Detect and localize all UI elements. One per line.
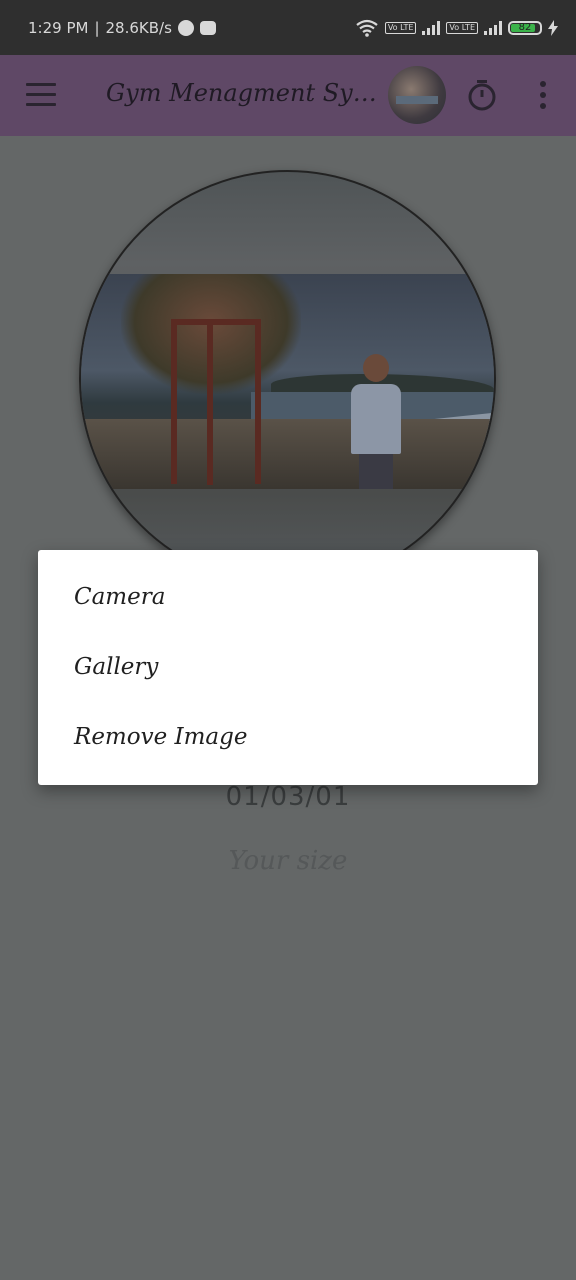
gallery-option[interactable]: Gallery [38,632,538,702]
status-right: Vo LTE Vo LTE 82 [355,19,558,37]
app-bar: Gym Menagment Syst... [0,55,576,136]
menu-icon[interactable] [26,83,56,107]
profile-photo-image [81,274,494,489]
app-icon [199,20,216,35]
image-picker-dialog: Camera Gallery Remove Image [38,550,538,785]
more-vert-icon[interactable] [536,81,550,111]
status-left: 1:29 PM | 28.6KB/s [28,19,216,37]
status-net-speed: 28.6KB/s [105,18,172,37]
battery-icon: 82 [508,20,542,35]
status-bar: 1:29 PM | 28.6KB/s Vo LTE Vo LTE 82 [0,0,576,55]
timer-icon[interactable] [466,79,498,111]
volte-badge-1: Vo LTE [384,21,417,34]
size-field[interactable]: Your size [0,846,576,876]
signal-icon [484,20,502,35]
signal-icon [422,20,441,35]
status-separator: | [94,18,100,37]
app-title: Gym Menagment Syst... [106,79,378,107]
profile-photo[interactable] [79,170,496,587]
birth-date-field[interactable]: 01/03/01 [0,782,576,812]
remove-image-option[interactable]: Remove Image [38,702,538,772]
spotify-icon [177,19,194,36]
wifi-icon [356,19,378,37]
battery-level: 82 [518,22,532,33]
volte-badge-2: Vo LTE [446,21,478,34]
status-time: 1:29 PM [28,18,89,37]
avatar[interactable] [388,66,446,124]
camera-option[interactable]: Camera [38,562,538,632]
charging-icon [548,19,558,36]
